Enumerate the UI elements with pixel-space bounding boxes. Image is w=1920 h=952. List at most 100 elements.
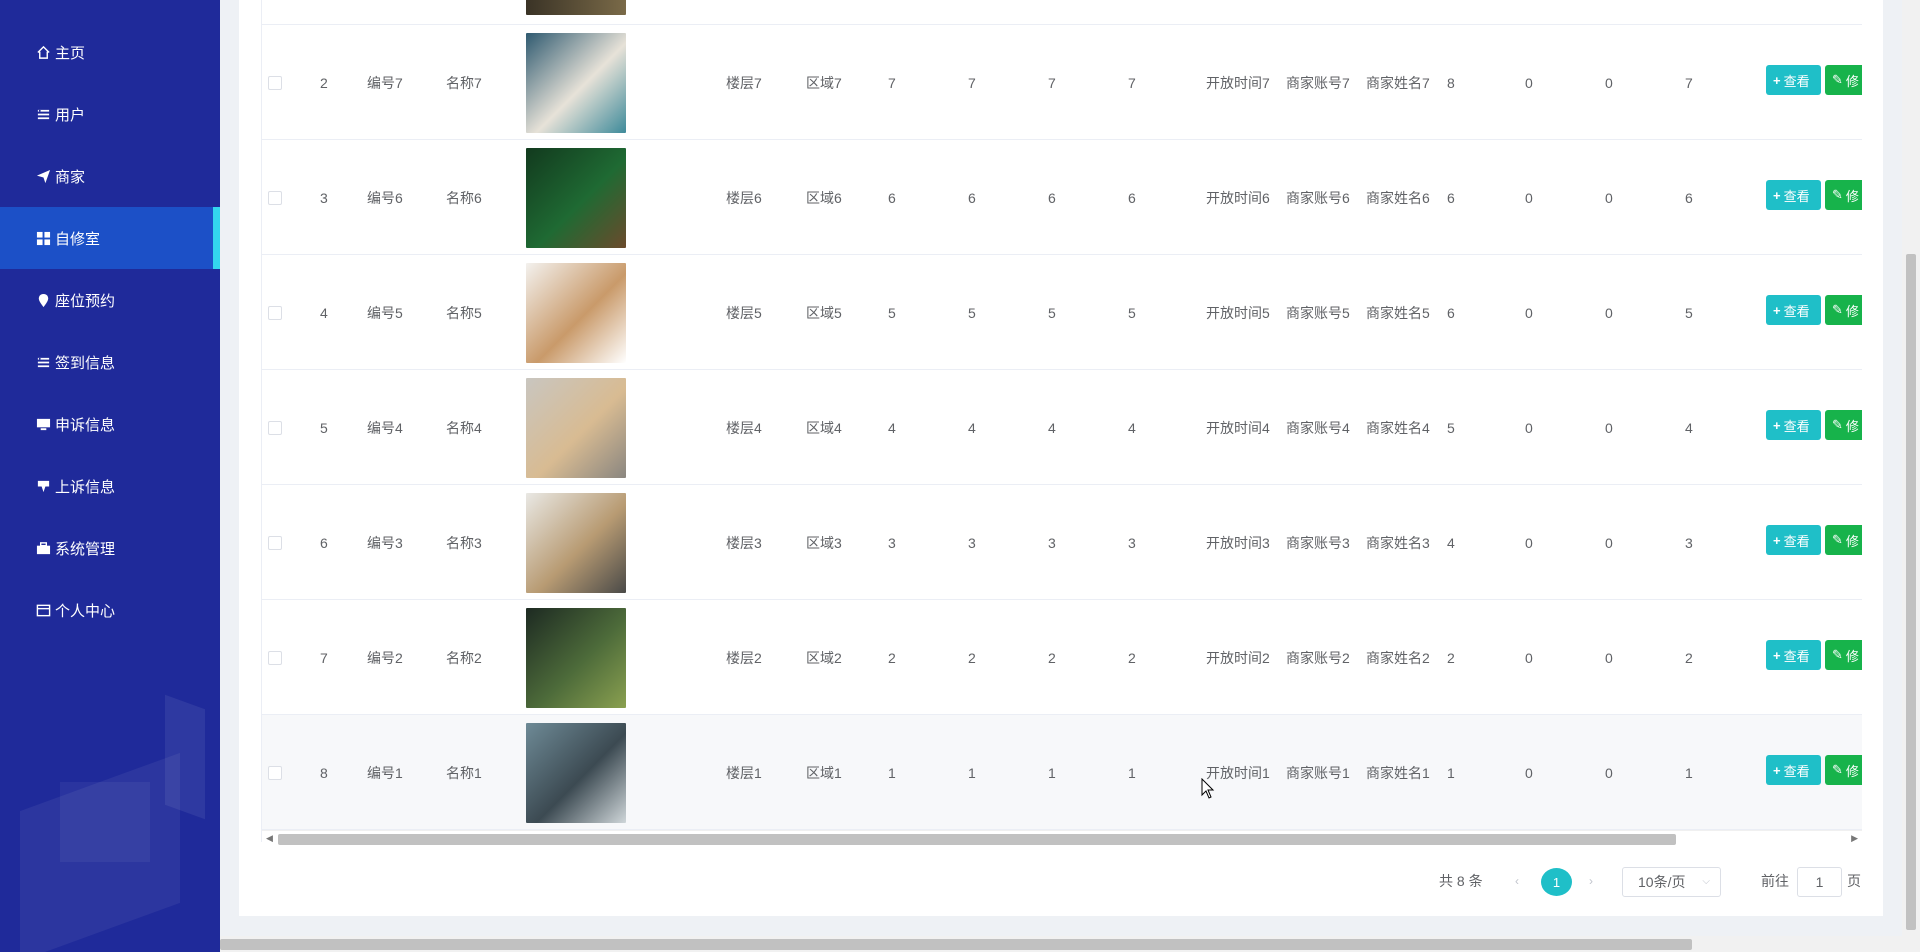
page-size-value: 10条/页 (1638, 874, 1686, 890)
edit-button[interactable]: ✎ 修 (1825, 65, 1862, 95)
edit-button[interactable]: ✎ 修 (1825, 640, 1862, 670)
edit-button-label: 修 (1845, 188, 1859, 204)
cell-code: 编号4 (367, 419, 403, 436)
sidebar-item-label: 座位预约 (55, 292, 116, 310)
next-page-icon[interactable]: › (1589, 866, 1593, 896)
edit-button[interactable]: ✎ 修 (1825, 410, 1862, 440)
table-row: 7 编号2 名称2 楼层2 区域2 2 2 2 2 开放时间2 商家账号2 商家姓名2 2 0 0 2 + 查看 ✎… (262, 600, 1862, 715)
page-vertical-scrollbar[interactable] (1902, 0, 1920, 952)
cell-index: 2 (320, 74, 328, 91)
cell-name: 名称5 (446, 304, 482, 321)
cell-c1: 2 (888, 649, 896, 666)
edit-button[interactable]: ✎ 修 (1825, 295, 1862, 325)
sidebar-item[interactable]: 自修室 (0, 207, 220, 269)
cell-c5: 2 (1447, 649, 1455, 666)
room-image (526, 493, 626, 593)
cell-floor: 楼层5 (726, 304, 762, 321)
plus-icon: + (1773, 417, 1781, 433)
page-horizontal-scrollbar[interactable] (220, 936, 1902, 952)
cell-c1: 5 (888, 304, 896, 321)
mouse-cursor-icon (1201, 778, 1215, 799)
cell-c3: 2 (1048, 649, 1056, 666)
view-button[interactable]: + 查看 (1766, 180, 1821, 210)
cell-c4: 7 (1128, 74, 1136, 91)
row-checkbox[interactable] (268, 306, 282, 320)
view-button-label: 查看 (1783, 303, 1810, 319)
cell-floor: 楼层2 (726, 649, 762, 666)
cell-c8: 6 (1685, 189, 1693, 206)
page-vertical-scroll-thumb[interactable] (1906, 254, 1916, 930)
row-checkbox[interactable] (268, 536, 282, 550)
sidebar-item-label: 签到信息 (55, 354, 116, 372)
send-icon (34, 168, 52, 184)
sidebar-item[interactable]: 申诉信息 (0, 393, 220, 455)
cell-open-time: 开放时间1 (1206, 764, 1270, 781)
sidebar-item[interactable]: 座位预约 (0, 269, 220, 331)
table-horizontal-scrollbar[interactable]: ◀ ▶ (262, 830, 1862, 846)
cell-c1: 6 (888, 189, 896, 206)
cell-c4: 2 (1128, 649, 1136, 666)
sidebar-item[interactable]: 上诉信息 (0, 455, 220, 517)
cell-area: 区域6 (806, 189, 842, 206)
view-button[interactable]: + 查看 (1766, 640, 1821, 670)
edit-button[interactable]: ✎ 修 (1825, 755, 1862, 785)
row-checkbox[interactable] (268, 191, 282, 205)
edit-button[interactable]: ✎ 修 (1825, 525, 1862, 555)
cell-c4: 5 (1128, 304, 1136, 321)
cell-account: 商家账号4 (1286, 419, 1350, 436)
sidebar-item[interactable]: 签到信息 (0, 331, 220, 393)
pagination-total: 共 8 条 (1439, 873, 1483, 889)
sidebar-item[interactable]: 个人中心 (0, 579, 220, 641)
page-size-select[interactable]: 10条/页 ⌵ (1622, 867, 1721, 897)
cell-name: 名称6 (446, 189, 482, 206)
view-button[interactable]: + 查看 (1766, 295, 1821, 325)
row-checkbox[interactable] (268, 421, 282, 435)
sidebar-item-label: 申诉信息 (55, 416, 116, 434)
view-button[interactable]: + 查看 (1766, 410, 1821, 440)
prev-page-icon[interactable]: ‹ (1515, 866, 1519, 896)
plus-icon: + (1773, 72, 1781, 88)
cell-name: 名称3 (446, 534, 482, 551)
view-button[interactable]: + 查看 (1766, 755, 1821, 785)
sidebar-item[interactable]: 系统管理 (0, 517, 220, 579)
table-row: 2 编号7 名称7 楼层7 区域7 7 7 7 7 开放时间7 商家账号7 商家姓名7 8 0 0 7 + 查看 ✎… (262, 25, 1862, 140)
edit-button-label: 修 (1845, 648, 1859, 664)
table-scroll-thumb[interactable] (278, 834, 1676, 845)
view-button[interactable]: + 查看 (1766, 525, 1821, 555)
sidebar-item-label: 上诉信息 (55, 478, 116, 496)
edit-button[interactable]: ✎ 修 (1825, 180, 1862, 210)
sidebar-item-label: 用户 (55, 106, 86, 124)
sidebar-item[interactable]: 用户 (0, 83, 220, 145)
cell-name: 名称4 (446, 419, 482, 436)
cell-c2: 2 (968, 649, 976, 666)
view-button[interactable]: + 查看 (1766, 65, 1821, 95)
sidebar-item[interactable]: 商家 (0, 145, 220, 207)
cell-floor: 楼层7 (726, 74, 762, 91)
sidebar-item[interactable]: 主页 (0, 21, 220, 83)
cell-merchant-name: 商家姓名1 (1366, 764, 1430, 781)
cell-area: 区域7 (806, 74, 842, 91)
edit-button-label: 修 (1845, 763, 1859, 779)
row-checkbox[interactable] (268, 76, 282, 90)
cell-c8: 3 (1685, 534, 1693, 551)
cell-c6: 0 (1525, 74, 1533, 91)
row-checkbox[interactable] (268, 651, 282, 665)
cell-area: 区域5 (806, 304, 842, 321)
cell-floor: 楼层4 (726, 419, 762, 436)
page-number-current[interactable]: 1 (1541, 868, 1572, 896)
cell-c3: 3 (1048, 534, 1056, 551)
table-row: 6 编号3 名称3 楼层3 区域3 3 3 3 3 开放时间3 商家账号3 商家姓名3 4 0 0 3 + 查看 ✎… (262, 485, 1862, 600)
goto-page-input[interactable]: 1 (1797, 867, 1842, 897)
table-row (262, 0, 1862, 25)
cell-c5: 6 (1447, 189, 1455, 206)
cell-c4: 3 (1128, 534, 1136, 551)
cell-c2: 4 (968, 419, 976, 436)
cell-account: 商家账号2 (1286, 649, 1350, 666)
page-horizontal-scroll-thumb[interactable] (220, 939, 1692, 950)
scroll-right-arrow-icon[interactable]: ▶ (1851, 833, 1858, 844)
scroll-left-arrow-icon[interactable]: ◀ (266, 833, 273, 844)
cell-c7: 0 (1605, 189, 1613, 206)
row-checkbox[interactable] (268, 766, 282, 780)
cell-open-time: 开放时间6 (1206, 189, 1270, 206)
cell-c1: 3 (888, 534, 896, 551)
